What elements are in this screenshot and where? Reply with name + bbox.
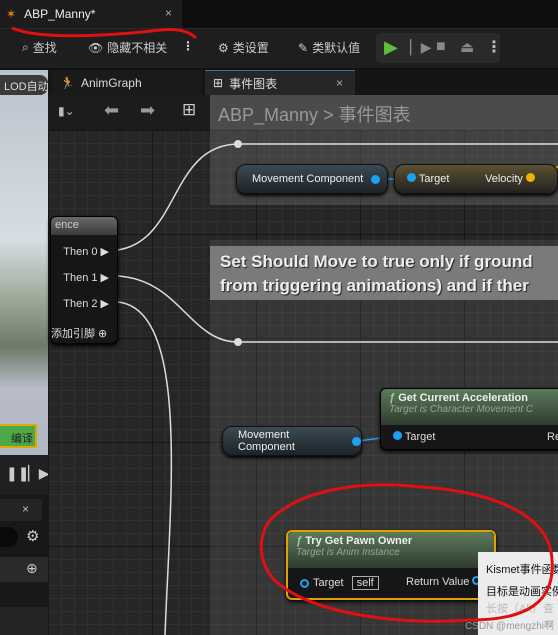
exec-pin-then-1[interactable]: Then 1 ▶: [63, 271, 109, 284]
watermark: CSDN @mengzhi啊: [464, 621, 554, 632]
add-pin-button[interactable]: 添加引脚 ⊕: [51, 325, 107, 341]
self-input[interactable]: self: [351, 576, 379, 590]
pin-label: Then 2: [63, 298, 98, 310]
node-title: Get Current Acceleration: [398, 392, 528, 404]
exec-wire: [117, 301, 173, 635]
node-label: Movement Component: [238, 429, 295, 453]
exec-pin-then-2[interactable]: Then 2 ▶: [63, 297, 109, 310]
exec-wire: [117, 143, 558, 251]
object-pin[interactable]: [407, 173, 416, 182]
pin-label: Target: [418, 173, 450, 185]
tooltip-line: Kismet事件函数: [486, 564, 558, 576]
pin-label: Target: [313, 577, 344, 589]
add-pin-label: 添加引脚: [51, 328, 95, 340]
reroute-node: [234, 140, 242, 148]
pin-label: Target: [404, 431, 436, 443]
tooltip-line: 长按（Alt）查: [486, 603, 554, 615]
return-pin-label: Re: [547, 431, 558, 443]
node-subtitle: Target is Character Movement C: [389, 404, 534, 415]
node-label: Movement Component: [252, 173, 364, 185]
node-title: Try Get Pawn Owner: [305, 535, 413, 547]
movement-component-node[interactable]: Movement Component: [236, 164, 388, 194]
object-pin[interactable]: [352, 436, 361, 446]
exec-pin-then-0[interactable]: Then 0 ▶: [63, 245, 109, 258]
movement-component-node[interactable]: Movement Component: [222, 426, 362, 456]
return-value-pin[interactable]: Return Value: [406, 576, 482, 588]
sequence-node[interactable]: ence Then 0 ▶ Then 1 ▶ Then 2 ▶ 添加引脚 ⊕: [50, 216, 118, 344]
tooltip-line: 目标是动画实例: [486, 586, 558, 598]
pin-label: Then 1: [63, 272, 98, 284]
object-pin[interactable]: [371, 174, 381, 184]
try-get-pawn-owner-node[interactable]: ƒ Try Get Pawn Owner Target is Anim Insta…: [286, 530, 496, 600]
node-title: ence: [51, 217, 117, 235]
pin-label: Then 0: [63, 246, 98, 258]
vector-pin[interactable]: [526, 173, 535, 182]
node-subtitle: Target is Anim Instance: [296, 547, 400, 558]
target-pin[interactable]: Target: [393, 431, 435, 443]
get-current-acceleration-node[interactable]: ƒ Get Current Acceleration Target is Char…: [380, 388, 558, 450]
exec-wire: [117, 275, 558, 343]
pin-label: Return Value: [406, 576, 470, 588]
get-velocity-node[interactable]: Target Velocity: [394, 164, 558, 194]
pin-label: Velocity: [485, 173, 523, 185]
reroute-node: [234, 338, 242, 346]
target-pin[interactable]: Target self: [300, 576, 379, 590]
